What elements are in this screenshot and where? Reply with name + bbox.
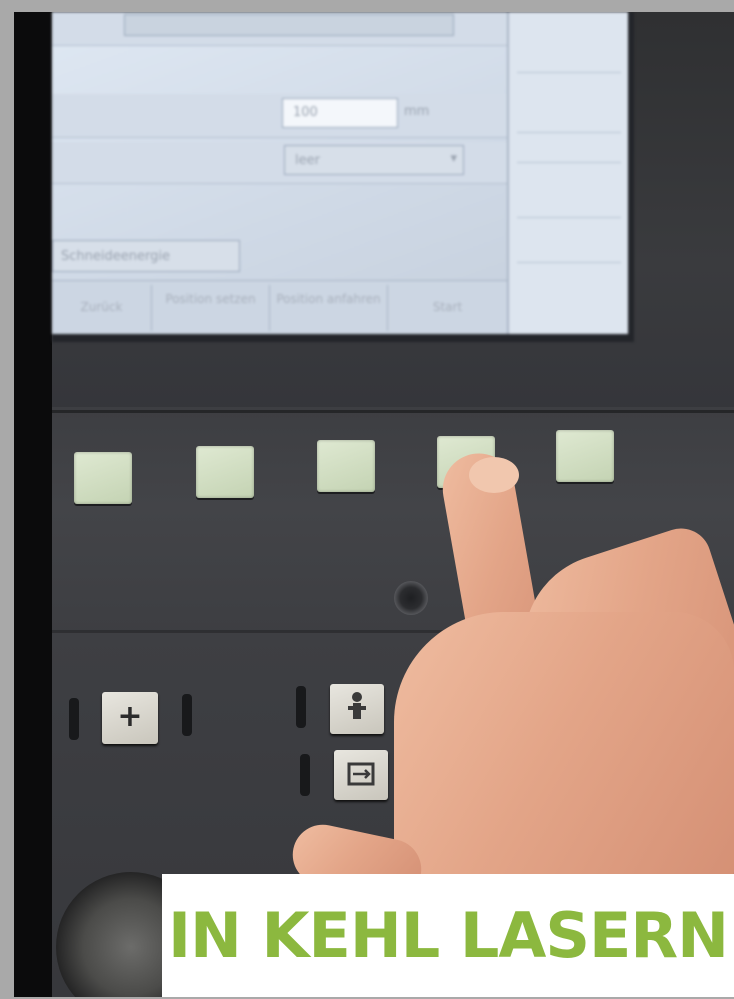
caption-text: IN KEHL LASERN (167, 899, 729, 972)
dropdown-text: leer (295, 153, 320, 168)
side-divider (517, 132, 621, 133)
screen-field (124, 14, 454, 36)
softkey-start: Start (432, 300, 463, 314)
softkey-button-3[interactable] (317, 440, 375, 492)
softkey-button-1[interactable] (74, 452, 132, 504)
key-slot (69, 698, 79, 740)
status-text: Schneideenergie (61, 249, 170, 264)
dropdown-field: leer ▾ (284, 145, 464, 175)
side-divider (517, 262, 621, 263)
value-text: 100 (293, 105, 318, 120)
status-field: Schneideenergie (52, 240, 240, 272)
softkey-button-2[interactable] (196, 446, 254, 498)
key-slot (296, 686, 306, 728)
jog-icon (347, 762, 375, 786)
key-slot (182, 694, 192, 736)
image-frame: 100 mm leer ▾ Schneideenergie Zurück Pos… (0, 0, 734, 999)
softkey-set-position: Position setzen (152, 285, 270, 331)
photo: 100 mm leer ▾ Schneideenergie Zurück Pos… (14, 12, 734, 997)
fingernail (469, 457, 519, 493)
softkey-move-position: Position anfahren (270, 285, 388, 331)
side-divider (517, 162, 621, 163)
screen-row (52, 94, 507, 138)
left-edge (14, 12, 52, 997)
cnc-screen: 100 mm leer ▾ Schneideenergie Zurück Pos… (52, 12, 634, 342)
person-icon (348, 692, 366, 719)
person-button[interactable] (330, 684, 384, 734)
side-divider (517, 72, 621, 73)
softkey-back: Zurück (52, 285, 152, 331)
jog-button[interactable] (334, 750, 388, 800)
screen-side-column (507, 12, 628, 334)
screen-softkey-bar: Zurück Position setzen Position anfahren… (52, 280, 507, 334)
chevron-down-icon: ▾ (450, 151, 457, 166)
plus-button[interactable]: + (102, 692, 158, 744)
panel-ridge (52, 410, 734, 413)
hand-palm (394, 612, 734, 912)
caption-box: IN KEHL LASERN (162, 874, 734, 997)
unit-text: mm (404, 104, 430, 119)
softkey-button-5[interactable] (556, 430, 614, 482)
value-field: 100 (282, 98, 398, 128)
key-slot (300, 754, 310, 796)
panel-screw (394, 581, 428, 615)
side-divider (517, 217, 621, 218)
